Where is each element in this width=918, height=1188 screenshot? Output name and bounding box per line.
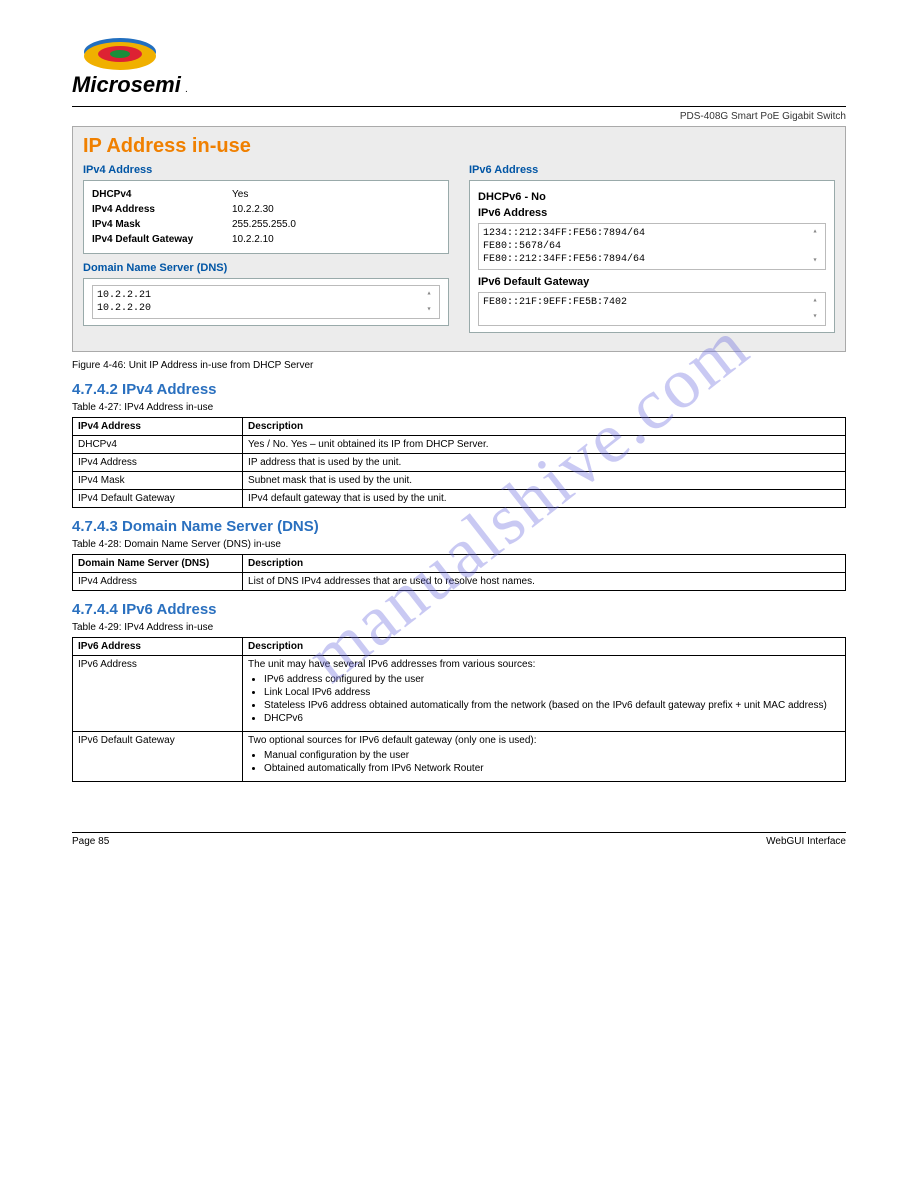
table-row: IPv4 MaskSubnet mask that is used by the… [73, 472, 846, 490]
section3-heading: 4.7.4.4 IPv6 Address [72, 601, 846, 618]
ipv6-address-textarea[interactable]: 1234::212:34FF:FE56:7894/64 FE80::5678/6… [478, 223, 826, 270]
ipv4-row3-value: 10.2.2.10 [232, 232, 440, 247]
table-dns: Domain Name Server (DNS) Description IPv… [72, 554, 846, 591]
t3-r1-lead: Two optional sources for IPv6 default ga… [248, 735, 840, 746]
scroll-down-icon[interactable]: ▾ [427, 305, 432, 315]
panel-title: IP Address in-use [83, 135, 835, 158]
table-row: IPv6 Default Gateway Two optional source… [73, 732, 846, 782]
scroll-down-icon[interactable]: ▾ [813, 256, 818, 266]
ipv4-row3-label: IPv4 Default Gateway [92, 232, 232, 247]
ipv4-row1-label: IPv4 Address [92, 202, 232, 217]
dns-group: 10.2.2.21 10.2.2.20 ▴ ▾ [83, 278, 449, 326]
table-row: IPv6 Address The unit may have several I… [73, 656, 846, 732]
scroll-up-icon[interactable]: ▴ [813, 227, 818, 237]
table-ipv6-address: IPv6 Address Description IPv6 Address Th… [72, 637, 846, 782]
scroll-up-icon[interactable]: ▴ [813, 296, 818, 306]
product-name: PDS-408G Smart PoE Gigabit Switch [72, 111, 846, 122]
t1-h0: IPv4 Address [73, 418, 243, 436]
ipv6-header: IPv6 Address [469, 164, 835, 176]
t3-h1: Description [243, 638, 846, 656]
scroll-down-icon[interactable]: ▾ [813, 312, 818, 322]
t1-h1: Description [243, 418, 846, 436]
ipv4-row1-value: 10.2.2.30 [232, 202, 440, 217]
header-divider [72, 106, 846, 107]
t3-r0-lead: The unit may have several IPv6 addresses… [248, 659, 840, 670]
t2-h0: Domain Name Server (DNS) [73, 555, 243, 573]
ipv6-gateway-textarea[interactable]: FE80::21F:9EFF:FE5B:7402 ▴▾ [478, 292, 826, 326]
table-row: IPv4 AddressList of DNS IPv4 addresses t… [73, 573, 846, 591]
section1-heading: 4.7.4.2 IPv4 Address [72, 381, 846, 398]
table2-caption: Table 4-28: Domain Name Server (DNS) in-… [72, 539, 846, 550]
footer-section-name: WebGUI Interface [766, 836, 846, 847]
table-ipv4-address: IPv4 Address Description DHCPv4Yes / No.… [72, 417, 846, 508]
list-item: IPv6 address configured by the user [264, 674, 840, 685]
ipv6-group: DHCPv6 - No IPv6 Address 1234::212:34FF:… [469, 180, 835, 333]
dns-textarea[interactable]: 10.2.2.21 10.2.2.20 ▴ ▾ [92, 285, 440, 319]
section2-heading: 4.7.4.3 Domain Name Server (DNS) [72, 518, 846, 535]
svg-text:Microsemi: Microsemi [72, 72, 182, 97]
list-item: Manual configuration by the user [264, 750, 840, 761]
table-row: IPv4 Default GatewayIPv4 default gateway… [73, 490, 846, 508]
footer-page-number: Page 85 [72, 836, 109, 847]
t3-h0: IPv6 Address [73, 638, 243, 656]
ipv6-gateway-label: IPv6 Default Gateway [478, 276, 826, 288]
page-footer: Page 85 WebGUI Interface [72, 832, 846, 847]
table1-caption: Table 4-27: IPv4 Address in-use [72, 402, 846, 413]
list-item: Stateless IPv6 address obtained automati… [264, 700, 840, 711]
ipv4-header: IPv4 Address [83, 164, 449, 176]
list-item: Obtained automatically from IPv6 Network… [264, 763, 840, 774]
ipv6-gateway-content: FE80::21F:9EFF:FE5B:7402 [483, 296, 809, 322]
figure-caption: Figure 4-46: Unit IP Address in-use from… [72, 360, 846, 371]
dns-header: Domain Name Server (DNS) [83, 262, 449, 274]
t2-h1: Description [243, 555, 846, 573]
table-row: DHCPv4Yes / No. Yes – unit obtained its … [73, 436, 846, 454]
ipv4-row0-label: DHCPv4 [92, 187, 232, 202]
ipv4-row0-value: Yes [232, 187, 440, 202]
svg-text:.: . [185, 84, 188, 95]
ipv4-group: DHCPv4Yes IPv4 Address10.2.2.30 IPv4 Mas… [83, 180, 449, 254]
figure-screenshot-panel: IP Address in-use IPv4 Address DHCPv4Yes… [72, 126, 846, 352]
brand-logo: Microsemi . [72, 30, 846, 100]
list-item: Link Local IPv6 address [264, 687, 840, 698]
ipv6-address-content: 1234::212:34FF:FE56:7894/64 FE80::5678/6… [483, 227, 809, 266]
ipv4-row2-value: 255.255.255.0 [232, 217, 440, 232]
scroll-up-icon[interactable]: ▴ [427, 289, 432, 299]
table-row: IPv4 AddressIP address that is used by t… [73, 454, 846, 472]
table3-caption: Table 4-29: IPv4 Address in-use [72, 622, 846, 633]
ipv6-address-label: IPv6 Address [478, 207, 826, 219]
dhcpv6-line: DHCPv6 - No [478, 191, 826, 203]
dns-content: 10.2.2.21 10.2.2.20 [97, 289, 423, 315]
list-item: DHCPv6 [264, 713, 840, 724]
ipv4-row2-label: IPv4 Mask [92, 217, 232, 232]
